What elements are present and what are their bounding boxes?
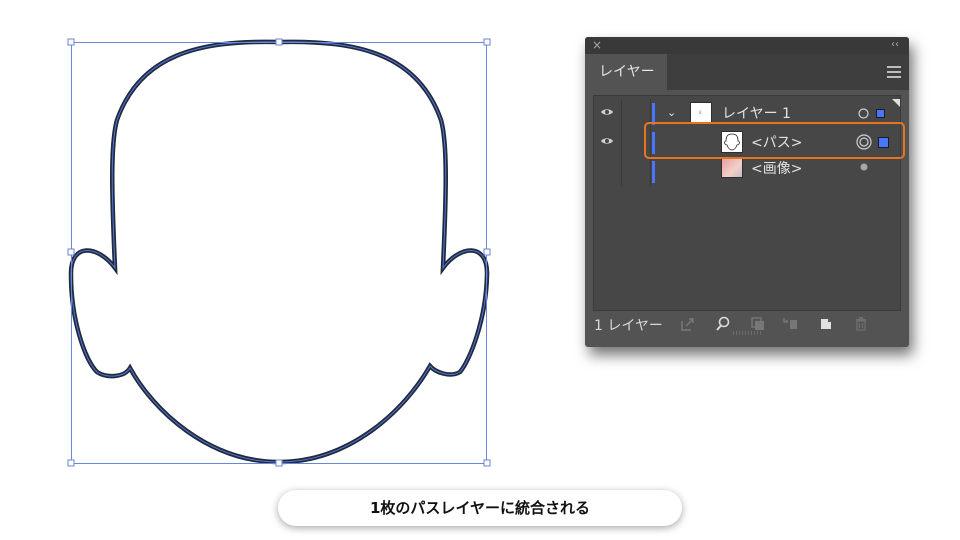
layer-color-bar (652, 103, 655, 125)
visibility-toggle[interactable] (594, 157, 622, 186)
head-path[interactable] (68, 39, 490, 465)
eye-icon (601, 138, 613, 144)
resize-grip[interactable] (733, 331, 761, 335)
layer-count: 1 レイヤー (594, 318, 663, 334)
chevron-down-icon[interactable]: ⌄ (667, 106, 676, 119)
eye-icon (601, 109, 613, 115)
svg-text:8: 8 (699, 110, 702, 115)
panel-tab-strip: レイヤー (585, 54, 909, 90)
bbox-handle-br (483, 459, 491, 467)
layer-thumbnail: 8 (690, 102, 712, 124)
visibility-toggle[interactable] (594, 128, 622, 157)
bbox-handle-tm (275, 38, 283, 46)
tab-layers[interactable]: レイヤー (585, 54, 667, 90)
bbox-handle-tr (483, 38, 491, 46)
target-icon-active[interactable] (856, 134, 872, 150)
target-dot-icon[interactable] (860, 163, 868, 171)
close-icon[interactable]: × (592, 38, 602, 52)
bbox-handle-mr (483, 248, 491, 256)
caption-label: 1枚のパスレイヤーに統合される (278, 490, 682, 526)
clipping-mask-icon[interactable] (750, 316, 766, 332)
layer-row-path[interactable]: <パス> (594, 128, 900, 157)
lock-toggle[interactable] (622, 128, 651, 157)
layer-color-bar (652, 132, 655, 154)
layers-panel: × ‹‹ レイヤー ⌄ 8 レイヤー 1 <パス> <画像> 1 レイヤー (585, 37, 909, 347)
layer-name[interactable]: レイヤー 1 (722, 103, 791, 123)
move-to-layer-icon[interactable] (782, 316, 798, 332)
new-layer-icon[interactable] (818, 316, 834, 332)
lock-toggle[interactable] (622, 99, 651, 128)
collapse-icon[interactable]: ‹‹ (891, 38, 899, 52)
target-icon[interactable] (858, 108, 869, 119)
image-thumbnail (721, 158, 743, 178)
layers-list: ⌄ 8 レイヤー 1 <パス> <画像> (593, 95, 901, 311)
layer-name[interactable]: <パス> (751, 132, 802, 152)
bbox-handle-tl (67, 38, 75, 46)
layer-corner-marker (892, 99, 900, 107)
selection-indicator[interactable] (876, 109, 885, 118)
panel-menu-icon[interactable] (887, 66, 901, 78)
visibility-toggle[interactable] (594, 99, 622, 128)
export-icon[interactable] (680, 316, 696, 332)
bbox-handle-bl (67, 459, 75, 467)
bbox-handle-bm (275, 459, 283, 467)
layer-color-bar (652, 161, 655, 183)
panel-title-bar[interactable]: × ‹‹ (585, 37, 909, 54)
search-icon[interactable] (715, 316, 731, 332)
trash-icon[interactable] (853, 316, 869, 332)
selection-indicator[interactable] (878, 137, 889, 148)
layer-row-layer1[interactable]: ⌄ 8 レイヤー 1 (594, 99, 900, 128)
panel-footer: 1 レイヤー (585, 311, 909, 337)
bbox-handle-ml (67, 248, 75, 256)
lock-toggle[interactable] (622, 157, 651, 186)
layer-name[interactable]: <画像> (751, 158, 802, 178)
layer-row-image[interactable]: <画像> (594, 157, 900, 186)
path-thumbnail (721, 131, 743, 153)
